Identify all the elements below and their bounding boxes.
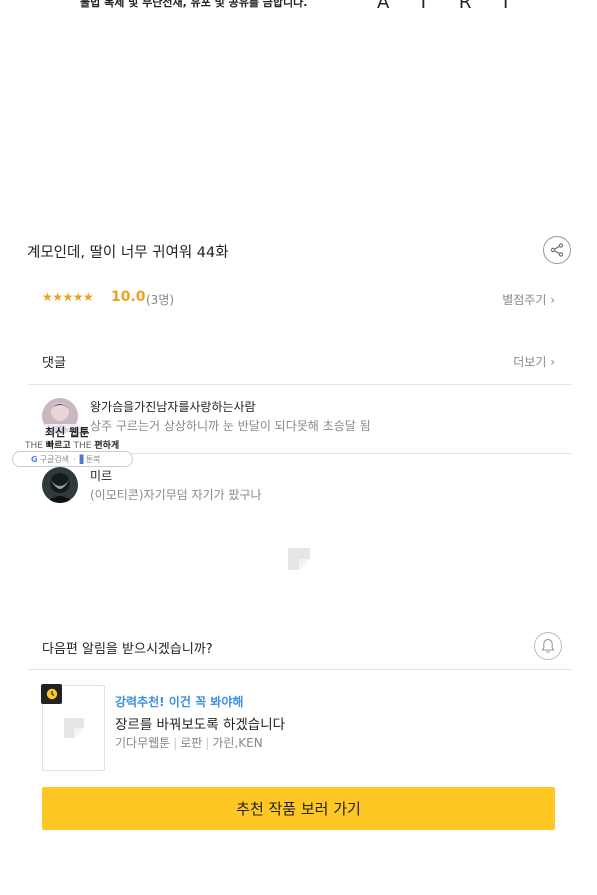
avatar	[42, 467, 78, 503]
rating-count: (3명)	[146, 293, 175, 307]
comment-user: 왕가슴을가진남자를사랑하는사람	[90, 400, 256, 414]
rating-score: 10.0	[111, 289, 146, 305]
comment-user: 미르	[90, 469, 113, 483]
recommendation-category: 로판	[180, 736, 203, 750]
episode-title-row: 계모인데, 딸이 너무 귀여워 44화	[27, 236, 571, 266]
notification-row: 다음편 알림을 받으시겠습니까?	[42, 632, 562, 660]
divider	[28, 669, 571, 670]
separator: ·	[73, 454, 76, 464]
floating-widget[interactable]: 최신 웹툰 THE 빠르고 THE 편하게 G 구글검색 · ▋ 툰북	[12, 420, 134, 468]
top-banner: 불법 복제 및 무단전재, 유포 및 공유를 금합니다. ATRT	[0, 0, 597, 20]
copyright-notice: 불법 복제 및 무단전재, 유포 및 공유를 금합니다.	[80, 0, 308, 9]
comments-header: 댓글 더보기 ›	[42, 352, 555, 372]
share-icon	[550, 243, 564, 257]
site-logo: ATRT	[377, 0, 542, 13]
floating-widget-links[interactable]: G 구글검색 · ▋ 툰북	[12, 451, 133, 467]
comment-item: 미르 (이모티콘)자기무덤 자기가 팠구나	[42, 467, 555, 507]
recommendation-meta: 기다무웹툰 | 로판 | 가린,KEN	[115, 736, 263, 750]
notification-bell-button[interactable]	[534, 632, 562, 660]
recommendation-authors: 가린,KEN	[212, 736, 263, 750]
toonbook-link[interactable]: 툰북	[86, 454, 101, 465]
recommendation-title[interactable]: 장르를 바꿔보도록 하겠습니다	[115, 713, 285, 733]
rate-button[interactable]: 별점주기 ›	[502, 291, 555, 308]
image-placeholder-icon	[288, 548, 310, 570]
rating-stars-icon: ★★★★★	[42, 290, 94, 304]
divider	[28, 384, 571, 385]
wait-free-badge	[41, 684, 62, 704]
rating-row: ★★★★★ 10.0 (3명) 별점주기 ›	[42, 289, 555, 309]
clock-icon	[46, 688, 57, 700]
google-icon: G	[31, 454, 38, 464]
comments-title: 댓글	[42, 356, 66, 371]
google-search-link[interactable]: 구글검색	[40, 454, 69, 465]
recommendation-tag: 강력추천! 이건 꼭 봐야해	[115, 695, 244, 709]
comment-text: (이모티콘)자기무덤 자기가 팠구나	[90, 488, 262, 502]
bell-icon	[541, 638, 555, 653]
recommended-works-button[interactable]: 추천 작품 보러 가기	[42, 787, 555, 830]
comments-more-link[interactable]: 더보기 ›	[513, 353, 555, 370]
recommendation-genre: 기다무웹툰	[115, 736, 171, 750]
recommendation-card[interactable]: 강력추천! 이건 꼭 봐야해 장르를 바꿔보도록 하겠습니다 기다무웹툰 | 로판 |…	[41, 684, 555, 771]
notification-prompt: 다음편 알림을 받으시겠습니까?	[42, 642, 213, 657]
episode-title: 계모인데, 딸이 너무 귀여워 44화	[27, 245, 229, 261]
image-placeholder-icon	[64, 718, 84, 738]
floating-widget-subtitle: THE 빠르고 THE 편하게	[25, 441, 120, 451]
share-button[interactable]	[543, 236, 571, 264]
